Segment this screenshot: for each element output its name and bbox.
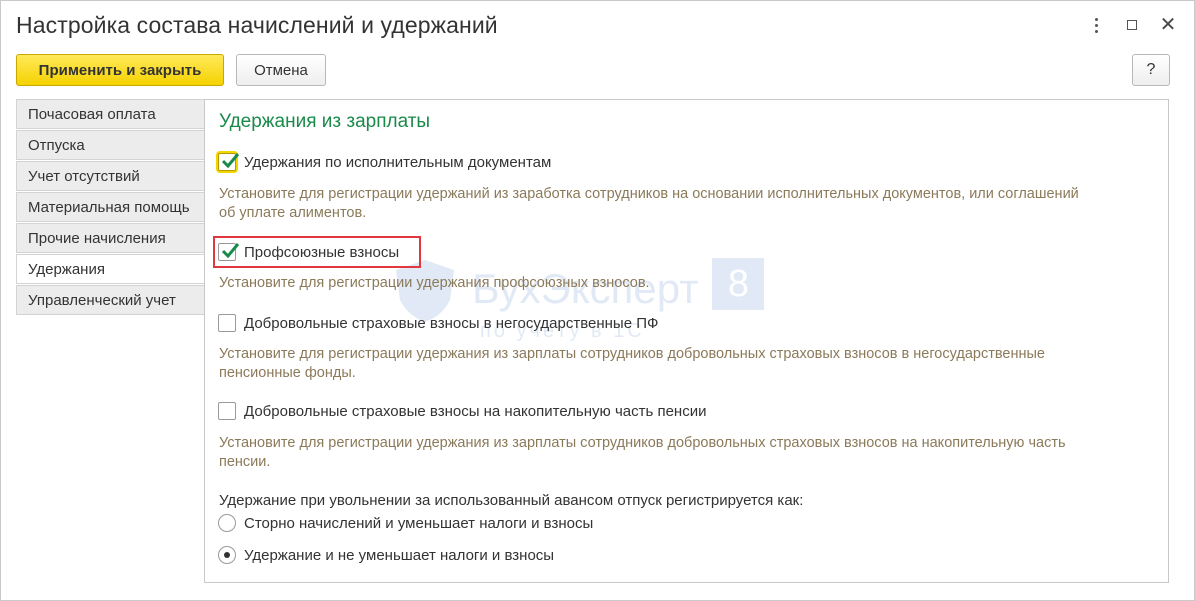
- sidebar-item-hourly-pay[interactable]: Почасовая оплата: [16, 99, 205, 129]
- option-union-dues[interactable]: Профсоюзные взносы: [218, 243, 399, 261]
- apply-and-close-button[interactable]: Применить и закрыть: [16, 54, 224, 86]
- dismissal-label: Удержание при увольнении за использованн…: [219, 492, 804, 509]
- sidebar-nav: Почасовая оплата Отпуска Учет отсутствий…: [16, 99, 205, 316]
- content-panel: [204, 99, 1169, 583]
- deduction-label: Удержание и не уменьшает налоги и взносы: [244, 546, 555, 564]
- option-voluntary-funded-pension[interactable]: Добровольные страховые взносы на накопит…: [218, 402, 706, 420]
- sidebar-item-deductions[interactable]: Удержания: [16, 254, 205, 284]
- voluntary-npf-checkbox[interactable]: [218, 314, 236, 332]
- section-title: Удержания из зарплаты: [219, 111, 431, 132]
- union-dues-checkbox[interactable]: [218, 243, 240, 261]
- voluntary-funded-pension-hint: Установите для регистрации удержания из …: [219, 435, 1066, 470]
- more-menu-icon[interactable]: [1085, 14, 1107, 36]
- voluntary-funded-pension-checkbox[interactable]: [218, 402, 236, 420]
- union-dues-hint: Установите для регистрации удержания про…: [219, 275, 650, 291]
- sidebar-item-absences[interactable]: Учет отсутствий: [16, 161, 205, 191]
- voluntary-npf-label: Добровольные страховые взносы в негосуда…: [244, 314, 659, 332]
- deduction-radio[interactable]: [218, 546, 236, 564]
- union-dues-label: Профсоюзные взносы: [244, 243, 400, 261]
- radio-deduction[interactable]: Удержание и не уменьшает налоги и взносы: [218, 546, 554, 564]
- writ-deductions-label: Удержания по исполнительным документам: [244, 153, 552, 171]
- radio-reversal[interactable]: Сторно начислений и уменьшает налоги и в…: [218, 514, 593, 532]
- voluntary-funded-pension-label: Добровольные страховые взносы на накопит…: [244, 402, 707, 420]
- radio-dot-icon: [224, 552, 230, 558]
- voluntary-npf-hint: Установите для регистрации удержания из …: [219, 346, 1045, 381]
- sidebar-item-financial-aid[interactable]: Материальная помощь: [16, 192, 205, 222]
- reversal-label: Сторно начислений и уменьшает налоги и в…: [244, 514, 594, 532]
- option-writ-deductions[interactable]: Удержания по исполнительным документам: [218, 153, 551, 171]
- close-icon[interactable]: ✕: [1157, 14, 1179, 36]
- window-title: Настройка состава начислений и удержаний: [16, 12, 498, 38]
- reversal-radio[interactable]: [218, 514, 236, 532]
- cancel-button[interactable]: Отмена: [236, 54, 326, 86]
- help-button[interactable]: ?: [1132, 54, 1170, 86]
- checkmark-icon: [221, 243, 240, 259]
- maximize-icon[interactable]: [1121, 14, 1143, 36]
- sidebar-item-other-accruals[interactable]: Прочие начисления: [16, 223, 205, 253]
- sidebar-item-vacations[interactable]: Отпуска: [16, 130, 205, 160]
- sidebar-item-management-accounting[interactable]: Управленческий учет: [16, 285, 205, 315]
- writ-deductions-hint: Установите для регистрации удержаний из …: [219, 186, 1079, 221]
- writ-deductions-checkbox[interactable]: [218, 153, 240, 171]
- checkmark-icon: [221, 153, 240, 169]
- option-voluntary-npf[interactable]: Добровольные страховые взносы в негосуда…: [218, 314, 658, 332]
